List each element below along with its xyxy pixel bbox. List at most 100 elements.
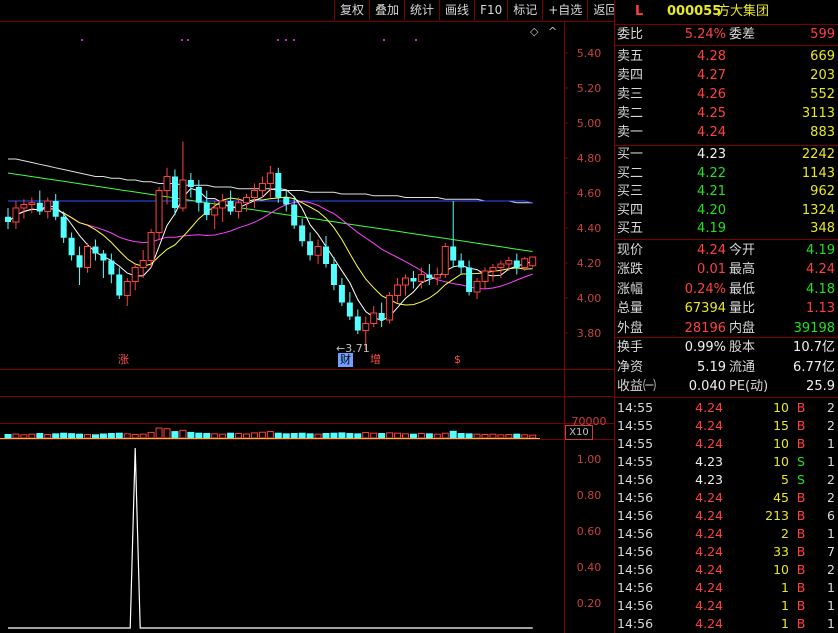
candle-body [44, 200, 52, 212]
candle-body [131, 267, 139, 282]
tick-time: 14:56 [617, 562, 654, 577]
volume-bar [449, 430, 457, 439]
tick-count: 1 [827, 580, 835, 595]
volume-bar [76, 433, 84, 439]
tick-volume: 213 [765, 508, 789, 523]
tick-volume: 1 [781, 598, 789, 613]
event-marker[interactable]: 涨 [118, 353, 129, 367]
tick-row: 14:56 4.24 10 B 2 [615, 561, 838, 579]
candle-body [402, 277, 409, 286]
volume-bar [330, 432, 338, 439]
volume-bar [481, 433, 489, 439]
volume-bar [219, 433, 227, 439]
indicator-axis-tick: 0.20 [576, 597, 602, 610]
caret-up-icon[interactable]: ^ [548, 25, 557, 38]
tick-time: 14:56 [617, 544, 654, 559]
volume-bar [274, 432, 282, 439]
volume-bar [131, 433, 139, 439]
bid-level-label: 买一 [617, 147, 644, 162]
fundamental-label2: 股本 [729, 340, 756, 355]
volume-bar [187, 431, 195, 439]
tick-time: 14:56 [617, 490, 654, 505]
event-marker[interactable]: $ [454, 353, 461, 367]
signal-dot [187, 39, 189, 41]
toolbar-button[interactable]: 复权 [334, 0, 369, 20]
price-axis-tick: 4.00 [576, 292, 602, 305]
toolbar-button[interactable]: 统计 [404, 0, 439, 20]
tick-time: 14:56 [617, 526, 654, 541]
volume-bar [314, 433, 322, 439]
toolbar-button[interactable]: 叠加 [369, 0, 404, 20]
candle-body [417, 274, 425, 282]
tick-side: B [796, 562, 806, 577]
tick-row: 14:55 4.23 10 S 1 [615, 453, 838, 471]
ma20-line [7, 200, 533, 290]
stock-flag: L [635, 4, 644, 19]
fundamental-value2: 25.9 [806, 379, 835, 394]
stock-name[interactable]: 方大集团 [717, 0, 769, 24]
event-marker[interactable]: 财 [338, 353, 353, 367]
quote-stat-label2: 最高 [729, 262, 756, 278]
toolbar-button[interactable]: 画线 [439, 0, 474, 20]
tick-price: 4.23 [695, 472, 723, 487]
signal-dot [415, 39, 417, 41]
tick-row: 14:55 4.24 15 B 2 [615, 417, 838, 435]
tick-row: 14:56 4.24 33 B 7 [615, 543, 838, 561]
candle-body [36, 202, 43, 212]
volume-bar [513, 433, 521, 439]
volume-bar [489, 433, 497, 439]
tick-row: 14:56 4.23 5 S 2 [615, 471, 838, 489]
volume-bar [457, 433, 465, 439]
tick-count: 2 [827, 562, 835, 577]
ma-blue-line [8, 200, 533, 204]
diamond-icon[interactable]: ◇ [530, 25, 538, 38]
tick-volume: 5 [781, 472, 789, 487]
candle-body [227, 201, 234, 212]
candle-body [314, 246, 322, 256]
tick-price: 4.24 [695, 436, 723, 451]
tick-price: 4.24 [695, 526, 723, 541]
kline-svg[interactable] [0, 0, 614, 633]
tick-price: 4.24 [695, 616, 723, 631]
quote-stat: 总量 67394 量比 1.13 [615, 300, 838, 318]
event-marker[interactable]: 增 [370, 353, 381, 367]
toolbar-button[interactable]: F10 [474, 0, 507, 20]
quote-stat-value: 0.24% [684, 281, 726, 297]
tick-volume: 1 [781, 616, 789, 631]
divider [615, 24, 838, 25]
bid-level-volume: 962 [810, 184, 835, 200]
toolbar-button[interactable]: 标记 [507, 0, 542, 20]
candle-body [68, 237, 75, 256]
tick-count: 1 [827, 454, 835, 469]
ask-level-volume: 669 [810, 49, 835, 64]
volume-bar [84, 433, 91, 439]
tick-time: 14:55 [617, 418, 654, 433]
bid-level-volume: 1324 [801, 202, 835, 218]
tick-volume: 10 [773, 400, 789, 415]
ask-level-price: 4.28 [697, 49, 726, 64]
quote-stat-value2: 1.13 [806, 301, 835, 317]
quote-stat: 涨幅 0.24% 最低 4.18 [615, 281, 838, 299]
ask-level-price: 4.26 [697, 87, 726, 102]
volume-bar [250, 432, 258, 439]
quote-stat-label: 现价 [617, 243, 644, 258]
signal-dot [277, 39, 279, 41]
volume-bar [402, 433, 409, 439]
candle-body [466, 267, 473, 292]
volume-bar [52, 433, 60, 439]
order-diff-label: 委差 [729, 27, 756, 42]
kline-chart-area[interactable]: 复权 叠加 统计 画线 F10 标记 +自选 返回 5.40 5.20 5.00 4.80 4.60 4… [0, 0, 617, 633]
tick-count: 1 [827, 616, 835, 631]
candle-body [235, 202, 243, 212]
tick-side: B [796, 616, 806, 631]
volume-bar [36, 433, 44, 439]
candle-body [266, 172, 274, 184]
stock-code[interactable]: 000055 [667, 0, 721, 24]
volume-scale-button[interactable]: X10 [565, 425, 593, 440]
tick-time: 14:56 [617, 598, 654, 613]
bid-level-price: 4.21 [697, 184, 726, 200]
tick-price: 4.24 [695, 598, 723, 613]
tick-volume: 10 [773, 562, 789, 577]
toolbar-button[interactable]: +自选 [542, 0, 587, 20]
volume-bar [354, 433, 362, 439]
